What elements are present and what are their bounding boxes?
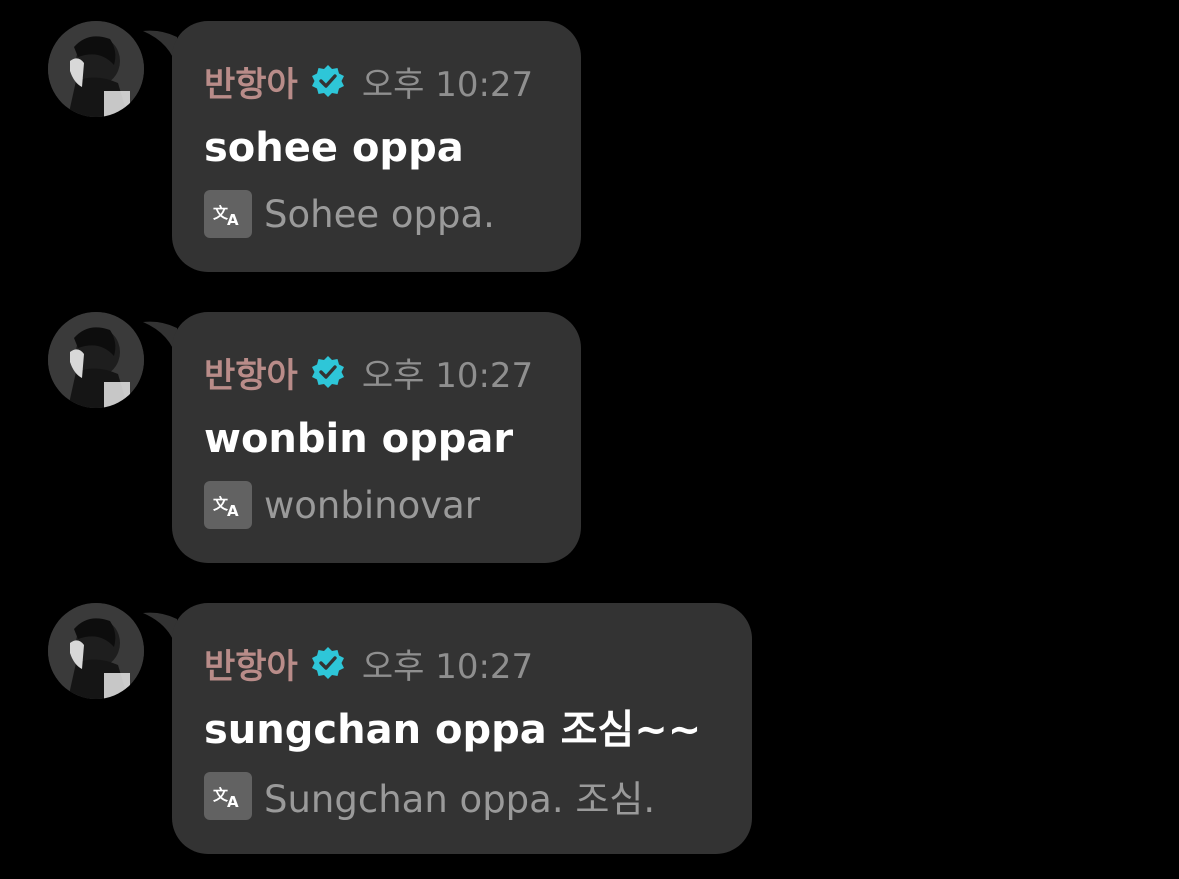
message-bubble[interactable]: 반항아 오후 10:27 sungchan oppa 조심~~ 文 A Sung… — [172, 603, 752, 854]
message-timestamp: 오후 10:27 — [361, 355, 534, 396]
message-bubble[interactable]: 반항아 오후 10:27 sohee oppa 文 A Sohee oppa. — [172, 21, 581, 272]
message-header: 반항아 오후 10:27 — [204, 639, 534, 688]
sender-name[interactable]: 반항아 — [204, 639, 298, 688]
svg-text:A: A — [227, 502, 239, 519]
message-timestamp: 오후 10:27 — [361, 646, 534, 687]
translation-row: 文 A wonbinovar — [204, 480, 480, 530]
translation-text: Sohee oppa. — [264, 192, 495, 236]
avatar-photo — [48, 312, 144, 408]
translation-text: wonbinovar — [264, 483, 480, 527]
avatar[interactable] — [48, 603, 144, 699]
message-header: 반항아 오후 10:27 — [204, 57, 534, 106]
sender-name[interactable]: 반항아 — [204, 57, 298, 106]
message-bubble[interactable]: 반항아 오후 10:27 wonbin oppar 文 A wonbinovar — [172, 312, 581, 563]
avatar[interactable] — [48, 312, 144, 408]
avatar-photo — [48, 21, 144, 117]
verified-badge-icon — [310, 63, 346, 99]
translation-text: Sungchan oppa. 조심. — [264, 778, 656, 821]
message-timestamp: 오후 10:27 — [361, 64, 534, 105]
message-text: wonbin oppar — [204, 416, 514, 462]
svg-text:A: A — [227, 793, 239, 810]
translation-row: 文 A Sungchan oppa. 조심. — [204, 771, 655, 821]
chat-view: 반항아 오후 10:27 sohee oppa 文 A Sohee oppa. … — [0, 0, 1179, 879]
sender-name[interactable]: 반항아 — [204, 348, 298, 397]
verified-badge-icon — [310, 354, 346, 390]
translation-row: 文 A Sohee oppa. — [204, 189, 495, 239]
translate-icon[interactable]: 文 A — [204, 481, 252, 529]
svg-text:A: A — [227, 211, 239, 228]
avatar[interactable] — [48, 21, 144, 117]
verified-badge-icon — [310, 645, 346, 681]
translate-icon[interactable]: 文 A — [204, 190, 252, 238]
avatar-photo — [48, 603, 144, 699]
translate-icon[interactable]: 文 A — [204, 772, 252, 820]
message-text: sungchan oppa 조심~~ — [204, 707, 702, 753]
message-text: sohee oppa — [204, 125, 464, 171]
message-header: 반항아 오후 10:27 — [204, 348, 534, 397]
